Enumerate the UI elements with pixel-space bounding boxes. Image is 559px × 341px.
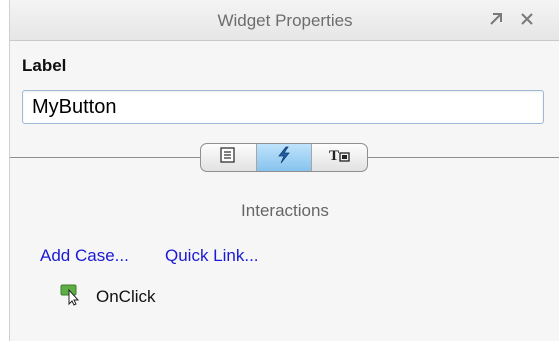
close-icon[interactable] — [517, 9, 537, 29]
panel-title: Widget Properties — [217, 11, 353, 30]
list-page-icon — [219, 147, 237, 168]
add-case-link[interactable]: Add Case... — [40, 246, 129, 266]
svg-text:T: T — [329, 148, 339, 163]
tab-interactions[interactable] — [256, 144, 313, 171]
panel-tab-bar: T — [200, 143, 368, 172]
label-heading: Label — [22, 56, 67, 75]
tab-properties[interactable] — [201, 144, 257, 171]
tab-style[interactable]: T — [312, 144, 367, 171]
widget-properties-panel: Widget Properties Label MyButton T Inter… — [9, 0, 559, 341]
interactions-title: Interactions — [241, 201, 329, 220]
event-onclick[interactable]: OnClick — [60, 284, 156, 310]
divider-right — [368, 157, 559, 158]
cursor-click-icon — [60, 284, 82, 311]
text-style-icon: T — [328, 147, 352, 168]
pin-icon[interactable] — [486, 9, 506, 29]
lightning-icon — [276, 146, 292, 169]
panel-titlebar: Widget Properties — [10, 0, 559, 41]
label-input[interactable] — [22, 90, 544, 124]
quick-link-link[interactable]: Quick Link... — [165, 246, 259, 266]
event-label: OnClick — [96, 287, 156, 306]
divider-left — [10, 157, 200, 158]
